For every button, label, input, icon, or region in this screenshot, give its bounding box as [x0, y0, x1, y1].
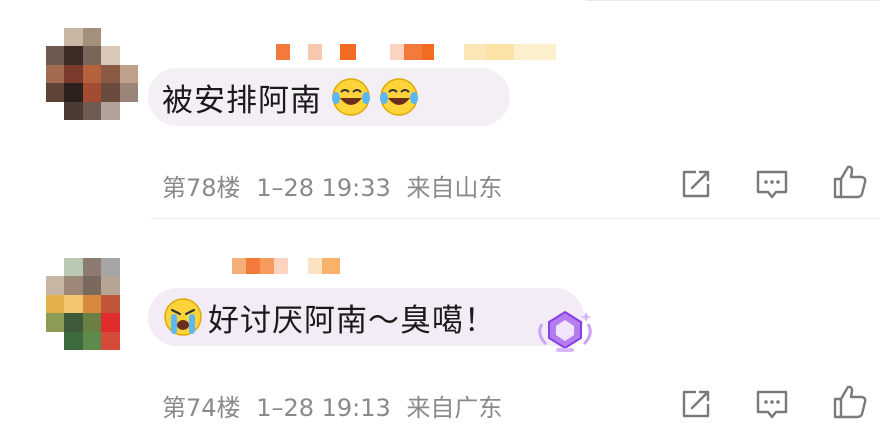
share-button[interactable]	[676, 384, 716, 424]
purple-gem-badge-icon[interactable]	[534, 306, 596, 356]
comment-bubble[interactable]: 被安排阿南	[148, 68, 510, 126]
share-button[interactable]	[676, 164, 716, 204]
comment-icon	[756, 390, 788, 419]
comment-button[interactable]	[752, 164, 792, 204]
username-mosaic[interactable]	[232, 258, 340, 274]
comment-bubble[interactable]: 好讨厌阿南～臭噶！	[148, 288, 584, 346]
crying-emoji-icon	[164, 298, 202, 336]
top-divider	[586, 0, 880, 1]
comment-time: 1–28 19:13	[256, 394, 391, 422]
avatar[interactable]	[46, 28, 138, 120]
laugh-cry-emoji-icon	[332, 78, 370, 116]
thumbs-up-icon	[833, 165, 867, 199]
comment-meta: 第74楼 1–28 19:13 来自广东	[162, 388, 502, 423]
floor-number: 第78楼	[162, 174, 241, 202]
comment-text: 好讨厌阿南～臭噶！	[208, 302, 496, 339]
avatar[interactable]	[46, 258, 138, 350]
like-button[interactable]	[830, 382, 870, 422]
share-icon	[682, 170, 710, 198]
username-mosaic[interactable]	[276, 44, 556, 60]
comment-icon	[756, 170, 788, 199]
laugh-cry-emoji-icon	[380, 78, 418, 116]
comment-divider	[150, 218, 880, 219]
comment-location: 来自山东	[406, 174, 503, 202]
thumbs-up-icon	[833, 385, 867, 419]
comment-time: 1–28 19:33	[256, 174, 391, 202]
comment-location: 来自广东	[406, 394, 503, 422]
comment-meta: 第78楼 1–28 19:33 来自山东	[162, 168, 502, 203]
like-button[interactable]	[830, 162, 870, 202]
share-icon	[682, 390, 710, 418]
comment-button[interactable]	[752, 384, 792, 424]
floor-number: 第74楼	[162, 394, 241, 422]
comment-text: 被安排阿南	[162, 82, 322, 119]
